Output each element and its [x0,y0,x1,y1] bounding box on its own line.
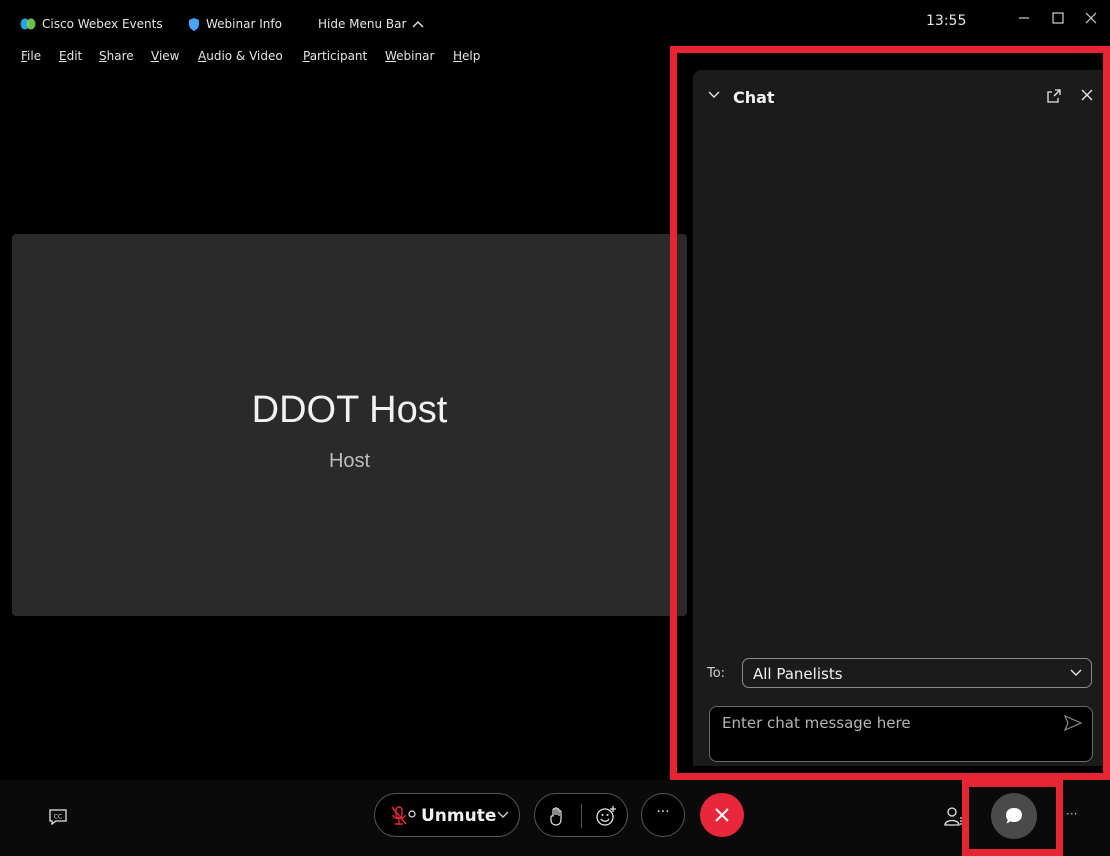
window-close-button[interactable] [1085,12,1097,28]
unmute-button[interactable]: Unmute [374,793,520,837]
overflow-menu-icon[interactable]: ··· [1066,807,1077,821]
leave-meeting-button[interactable] [700,793,744,837]
closed-captions-icon[interactable]: CC [48,808,68,826]
chat-button-highlight [962,780,1063,856]
minimize-button[interactable] [1018,12,1030,28]
menu-bar: File Edit Share View Audio & Video Parti… [0,44,680,70]
close-icon [715,808,729,822]
chevron-down-icon[interactable] [497,810,509,820]
maximize-button[interactable] [1052,12,1064,28]
maximize-icon [1052,12,1064,24]
menu-file[interactable]: File [21,49,41,63]
webex-logo-icon [20,18,36,30]
reactions-group [534,793,628,837]
menu-edit[interactable]: Edit [59,49,82,63]
chat-panel-highlight [670,46,1110,780]
menu-webinar[interactable]: Webinar [385,49,434,63]
shield-icon [189,17,199,31]
menu-help[interactable]: Help [453,49,480,63]
webinar-info-label: Webinar Info [206,17,282,31]
menu-participant[interactable]: Participant [303,49,367,63]
app-name: Cisco Webex Events [42,17,163,31]
title-bar: Cisco Webex Events Webinar Info Hide Men… [0,0,1110,44]
stage-participant-role: Host [328,450,371,472]
unmute-label: Unmute [421,806,497,826]
webinar-info-button[interactable]: Webinar Info [188,17,282,31]
chevron-up-icon [412,21,424,28]
raise-hand-icon[interactable] [549,806,565,826]
menu-audio-video[interactable]: Audio & Video [198,49,283,63]
more-options-button[interactable]: ··· [641,793,685,837]
menu-share[interactable]: Share [99,49,134,63]
meeting-toolbar: CC Unmute ··· [0,780,1110,856]
hide-menu-bar-label: Hide Menu Bar [318,17,407,31]
group-divider [581,804,582,828]
menu-view[interactable]: View [151,49,179,63]
hide-menu-bar-button[interactable]: Hide Menu Bar [318,17,424,31]
svg-text:CC: CC [54,814,62,821]
clock-time: 13:55 [926,13,967,29]
app-title: Cisco Webex Events [20,17,163,31]
more-options-icon: ··· [656,804,670,820]
stage-participant-name: DDOT Host [251,389,448,431]
minimize-icon [1019,17,1029,19]
video-stage: DDOT Host Host [12,234,687,616]
close-icon [1085,12,1097,24]
muted-mic-icon [391,806,416,825]
emoji-reaction-icon[interactable] [595,805,617,827]
